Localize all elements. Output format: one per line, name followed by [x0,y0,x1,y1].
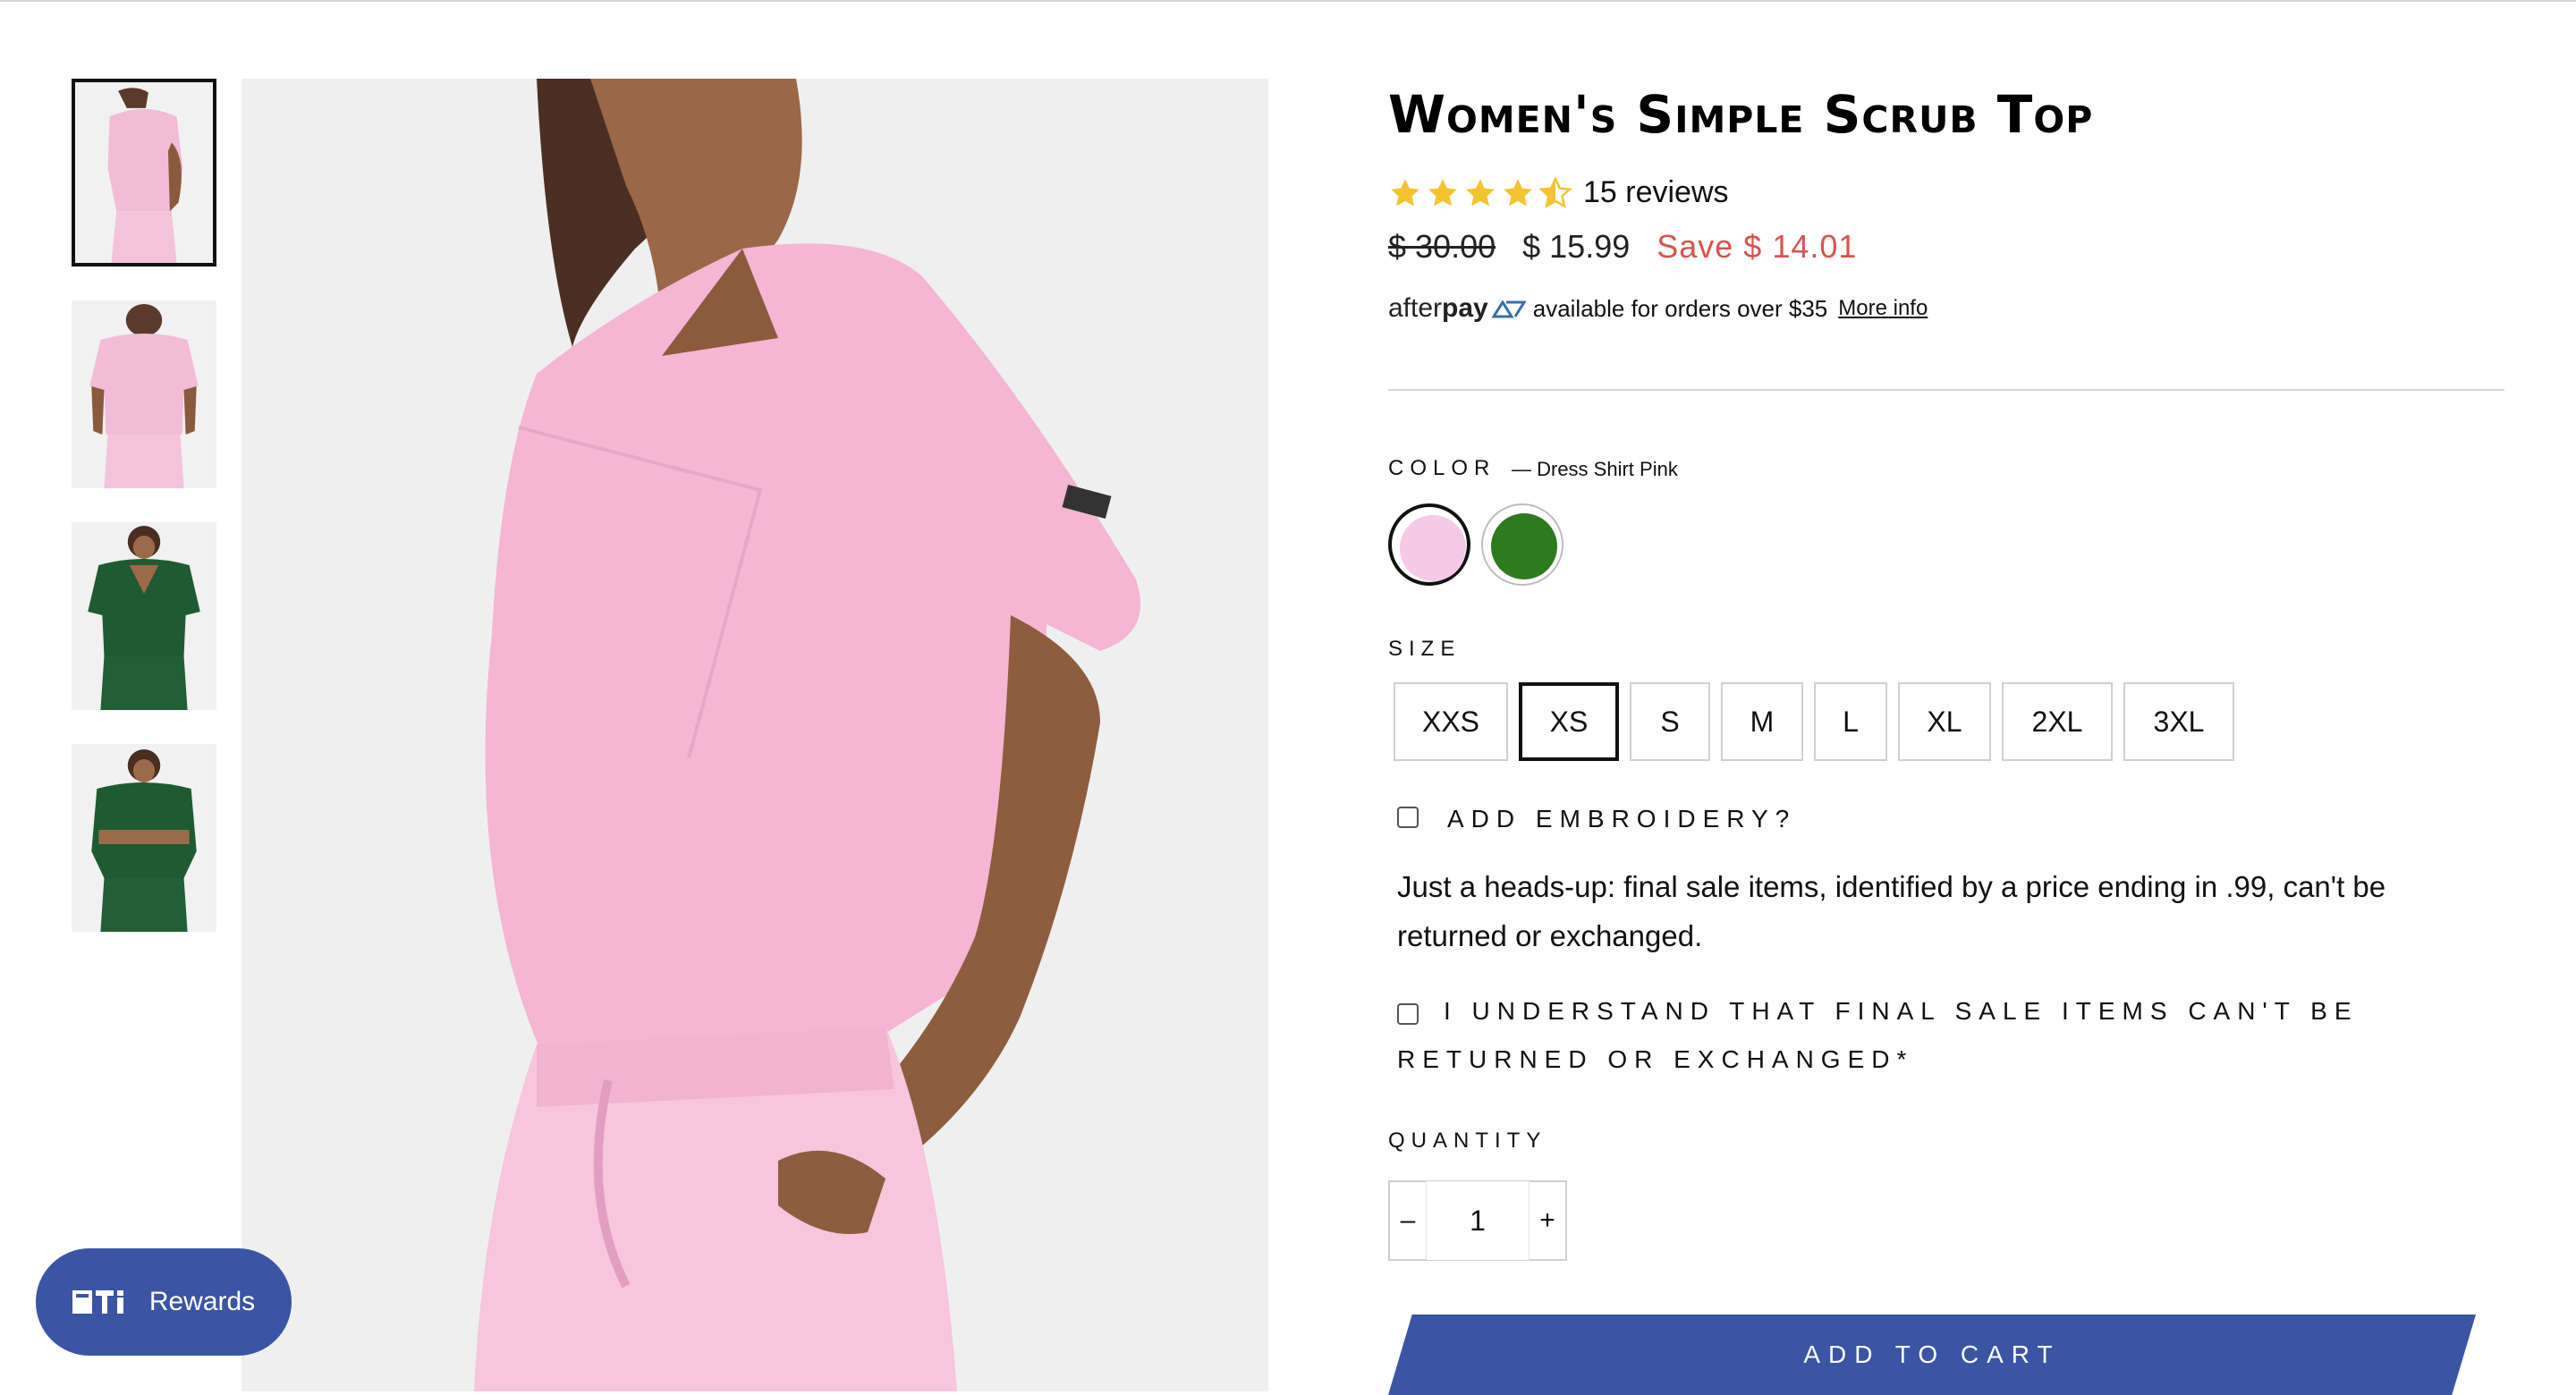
quantity-label: QUANTITY [1388,1129,1547,1153]
star-full-icon [1466,178,1495,206]
final-sale-checkbox[interactable] [1397,1002,1419,1025]
product-title: Women's Simple Scrub Top [1388,84,2094,145]
color-label: COLOR [1388,456,1496,480]
model-pink-scrub-illustration [242,79,1268,1391]
afterpay-more-info-link[interactable]: More info [1838,296,1928,321]
size-option-s[interactable]: S [1630,682,1710,761]
embroidery-label: ADD EMBROIDERY? [1447,805,1797,833]
swatch-fill [1491,513,1557,579]
color-swatch-pink[interactable] [1388,503,1470,586]
main-product-image[interactable] [242,79,1268,1391]
thumbnail-green-arms-crossed[interactable] [72,744,216,932]
sale-price: $ 15.99 [1522,228,1631,265]
size-options: XXS XS S M L XL 2XL 3XL [1394,682,2234,761]
embroidery-checkbox[interactable] [1397,807,1419,828]
size-option-l[interactable]: L [1814,682,1887,761]
star-full-icon [1428,178,1457,206]
color-swatch-green[interactable] [1481,503,1563,586]
star-half-icon [1538,175,1572,208]
size-option-m[interactable]: M [1721,682,1803,761]
rewards-button[interactable]: Rewards [36,1248,292,1356]
scrub-pink-back-image [72,300,216,488]
size-option-2xl[interactable]: 2XL [2002,682,2113,761]
rating-row[interactable]: 15 reviews [1388,175,1729,210]
size-option-3xl[interactable]: 3XL [2123,682,2234,761]
top-border [0,0,2576,2]
add-to-cart-button[interactable]: ADD TO CART [1388,1315,2476,1395]
final-sale-ack-label: I UNDERSTAND THAT FINAL SALE ITEMS CAN'T… [1397,997,2359,1073]
scrub-green-front-image [72,522,216,710]
final-sale-note: Just a heads-up: final sale items, ident… [1397,870,2386,952]
price-row: $ 30.00 $ 15.99 Save $ 14.01 [1388,228,1857,266]
quantity-stepper: – + [1388,1180,1567,1261]
swatch-fill [1400,515,1466,581]
quantity-increase-button[interactable]: + [1530,1182,1565,1259]
afterpay-arrows-icon [1491,300,1526,318]
selected-color-name: — Dress Shirt Pink [1512,458,1678,480]
reviews-link[interactable]: 15 reviews [1583,175,1729,210]
thumbnail-pink-back[interactable] [72,300,216,488]
star-full-icon [1504,178,1532,206]
afterpay-message: available for orders over $35 [1532,294,1828,322]
scrub-pink-side-image [75,82,213,263]
afterpay-row: afterpay available for orders over $35 M… [1388,293,1928,324]
section-divider [1388,389,2504,391]
star-rating [1388,175,1572,210]
rewards-logo-icon [72,1290,123,1314]
embroidery-option[interactable]: ADD EMBROIDERY? [1397,805,1796,833]
scrub-green-crossed-image [72,744,216,932]
savings-text: Save $ 14.01 [1657,228,1858,265]
star-full-icon [1391,178,1419,206]
quantity-input[interactable] [1426,1181,1530,1260]
size-option-xl[interactable]: XL [1898,682,1991,761]
size-option-xxs[interactable]: XXS [1394,682,1508,761]
thumbnail-pink-front[interactable] [72,79,216,266]
quantity-decrease-button[interactable]: – [1390,1182,1426,1259]
thumbnail-green-front[interactable] [72,522,216,710]
final-sale-acknowledgement[interactable]: I UNDERSTAND THAT FINAL SALE ITEMS CAN'T… [1397,987,2497,1084]
size-label: SIZE [1388,637,1462,661]
compare-at-price: $ 30.00 [1388,228,1496,265]
afterpay-logo: afterpay [1388,293,1526,324]
size-option-xs[interactable]: XS [1519,682,1619,761]
rewards-label: Rewards [148,1287,256,1316]
